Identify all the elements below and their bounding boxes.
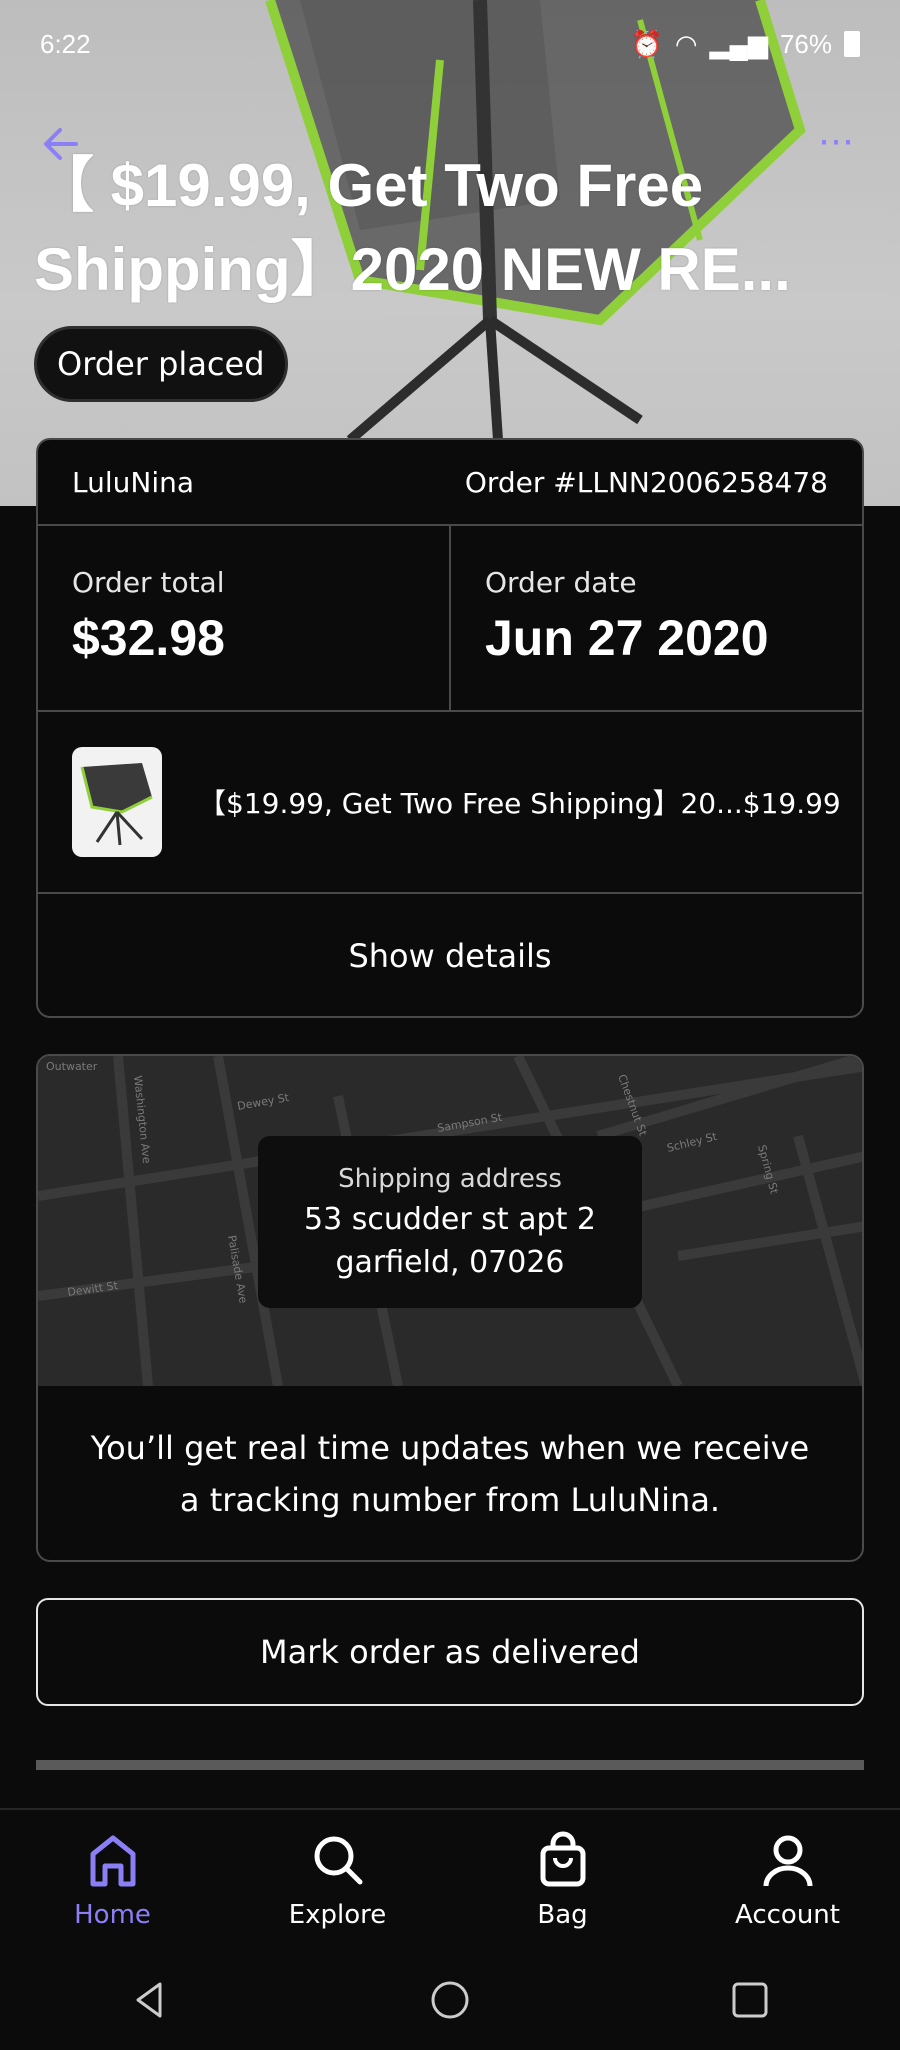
order-summary: Order total $32.98 Order date Jun 27 202… xyxy=(38,526,862,712)
shipping-address: Shipping address 53 scudder st apt 2 gar… xyxy=(258,1136,642,1308)
map-label: Outwater xyxy=(46,1060,98,1073)
address-line-2: garfield, 07026 xyxy=(335,1245,565,1280)
recents-square-icon[interactable] xyxy=(728,1978,772,2022)
search-icon xyxy=(314,1836,362,1885)
order-number: Order #LLNN2006258478 xyxy=(464,465,828,499)
order-total-value: $32.98 xyxy=(72,610,225,666)
item-title-price: 【$19.99, Get Two Free Shipping】20...$19.… xyxy=(198,787,841,820)
status-bar: 6:22 ⏰ ◠ ▂▄▆ 76% xyxy=(40,24,860,64)
home-icon xyxy=(90,1835,135,1887)
map-label: Schley St xyxy=(666,1130,719,1155)
order-total: Order total $32.98 xyxy=(38,526,449,710)
map-label: Dewey St xyxy=(236,1091,290,1113)
nav-explore[interactable]: Explore xyxy=(225,1810,450,1948)
shipping-map: Outwater Washington Ave Dewey St Sampson… xyxy=(38,1056,862,1386)
item-thumbnail xyxy=(72,747,162,857)
tracking-message: You’ll get real time updates when we rec… xyxy=(90,1429,810,1519)
shipping-card: Outwater Washington Ave Dewey St Sampson… xyxy=(36,1054,864,1562)
alarm-icon: ⏰ xyxy=(630,28,663,59)
system-nav-bar xyxy=(0,1950,900,2050)
map-label: Spring St xyxy=(755,1143,781,1196)
battery-icon xyxy=(844,31,860,57)
wifi-icon: ◠ xyxy=(674,28,698,59)
bottom-nav: Home Explore Bag Account xyxy=(0,1808,900,1948)
order-item[interactable]: 【$19.99, Get Two Free Shipping】20...$19.… xyxy=(38,712,862,894)
nav-account[interactable]: Account xyxy=(675,1810,900,1948)
status-badge: Order placed xyxy=(34,326,288,402)
signal-icon: ▂▄▆ xyxy=(709,28,768,59)
product-hero: 6:22 ⏰ ◠ ▂▄▆ 76% ⋯ 【 $19.99, Get Two Fre… xyxy=(0,0,900,506)
map-label: Dewitt St xyxy=(67,1279,120,1299)
map-label: Washington Ave xyxy=(131,1075,153,1164)
order-header: LuluNina Order #LLNN2006258478 xyxy=(38,440,862,526)
seller-name[interactable]: LuluNina xyxy=(72,466,194,499)
battery-percent: 76% xyxy=(779,28,832,59)
nav-bag[interactable]: Bag xyxy=(450,1810,675,1948)
back-triangle-icon[interactable] xyxy=(128,1978,172,2022)
home-circle-icon[interactable] xyxy=(428,1978,472,2022)
address-line-1: 53 scudder st apt 2 xyxy=(303,1202,596,1237)
page-title: 【 $19.99, Get Two Free Shipping】2020 NEW… xyxy=(34,152,791,303)
bag-icon xyxy=(540,1831,585,1887)
order-date-value: Jun 27 2020 xyxy=(485,610,769,666)
nav-home[interactable]: Home xyxy=(0,1810,225,1948)
account-icon xyxy=(763,1835,812,1887)
order-date: Order date Jun 27 2020 xyxy=(449,526,862,710)
status-time: 6:22 xyxy=(40,28,91,59)
order-card: LuluNina Order #LLNN2006258478 Order tot… xyxy=(36,438,864,1018)
section-divider xyxy=(36,1760,864,1770)
mark-delivered-button[interactable]: Mark order as delivered xyxy=(36,1598,864,1706)
show-details-button[interactable]: Show details xyxy=(38,894,862,1016)
